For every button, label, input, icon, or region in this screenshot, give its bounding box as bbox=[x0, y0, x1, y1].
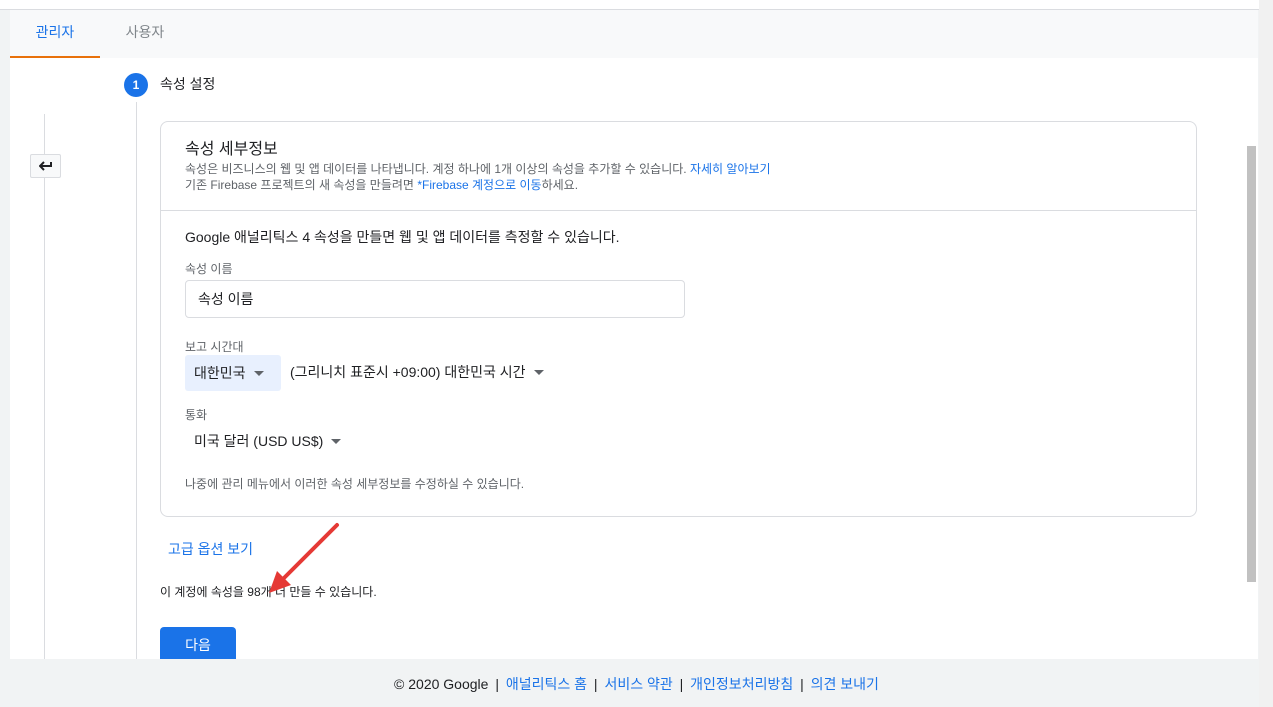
timezone-label: 보고 시간대 bbox=[185, 340, 244, 354]
next-button[interactable]: 다음 bbox=[160, 627, 236, 659]
card-description-line2: 기존 Firebase 프로젝트의 새 속성을 만들려면 *Firebase 계… bbox=[185, 177, 578, 193]
back-arrow-icon bbox=[38, 161, 52, 171]
country-value: 대한민국 bbox=[194, 365, 246, 381]
dropdown-caret-icon bbox=[533, 369, 544, 375]
tab-admin-label: 관리자 bbox=[35, 24, 75, 40]
main-panel: 1 속성 설정 속성 세부정보 속성은 비즈니스의 웹 및 앱 데이터를 나타냅… bbox=[10, 58, 1258, 659]
footer-separator: | bbox=[800, 676, 804, 692]
footer-link-analytics-home[interactable]: 애널리틱스 홈 bbox=[506, 676, 587, 692]
card-description-line1: 속성은 비즈니스의 웹 및 앱 데이터를 나타냅니다. 계정 하나에 1개 이상… bbox=[185, 161, 771, 177]
tab-user-label: 사용자 bbox=[125, 24, 165, 40]
dropdown-caret-icon bbox=[253, 370, 264, 376]
scrollbar-thumb[interactable] bbox=[1247, 146, 1256, 582]
property-name-label: 속성 이름 bbox=[185, 262, 233, 276]
property-name-input[interactable] bbox=[185, 280, 685, 318]
currency-label: 통화 bbox=[185, 408, 208, 422]
currency-value: 미국 달러 (USD US$) bbox=[194, 433, 324, 449]
footer-copyright: © 2020 Google bbox=[394, 676, 489, 692]
footer-link-terms[interactable]: 서비스 약관 bbox=[604, 676, 672, 692]
annotation-arrow-icon bbox=[269, 523, 339, 593]
tab-admin[interactable]: 관리자 bbox=[10, 10, 100, 58]
scrollbar-track[interactable] bbox=[1259, 0, 1273, 707]
footer-separator: | bbox=[679, 676, 684, 692]
card-header: 속성 세부정보 속성은 비즈니스의 웹 및 앱 데이터를 나타냅니다. 계정 하… bbox=[161, 122, 1196, 211]
footer-separator: | bbox=[593, 676, 598, 692]
timezone-dropdown[interactable]: (그리니치 표준시 +09:00) 대한민국 시간 bbox=[290, 362, 544, 382]
country-dropdown[interactable]: 대한민국 bbox=[185, 355, 281, 391]
learn-more-link[interactable]: 자세히 알아보기 bbox=[690, 162, 771, 176]
card-title: 속성 세부정보 bbox=[185, 141, 278, 158]
footer-link-feedback[interactable]: 의견 보내기 bbox=[811, 676, 879, 692]
footer: © 2020 Google | 애널리틱스 홈 | 서비스 약관 | 개인정보처… bbox=[0, 672, 1273, 696]
advanced-options-link[interactable]: 고급 옵션 보기 bbox=[168, 539, 253, 559]
dropdown-caret-icon bbox=[331, 438, 342, 444]
nav-divider bbox=[44, 114, 45, 659]
card-intro: Google 애널리틱스 4 속성을 만들면 웹 및 앱 데이터를 측정할 수 … bbox=[185, 229, 620, 245]
firebase-description-suffix: 하세요. bbox=[541, 178, 579, 192]
top-bar bbox=[0, 0, 1273, 10]
firebase-account-link[interactable]: *Firebase 계정으로 이동 bbox=[417, 178, 541, 192]
timezone-value: (그리니치 표준시 +09:00) 대한민국 시간 bbox=[290, 364, 526, 380]
step-title: 속성 설정 bbox=[160, 76, 216, 92]
back-button[interactable] bbox=[30, 154, 61, 178]
stepper-line bbox=[136, 102, 137, 659]
tab-user[interactable]: 사용자 bbox=[110, 10, 180, 58]
property-details-card: 속성 세부정보 속성은 비즈니스의 웹 및 앱 데이터를 나타냅니다. 계정 하… bbox=[160, 121, 1197, 517]
footer-separator: | bbox=[495, 676, 499, 692]
footer-link-privacy[interactable]: 개인정보처리방침 bbox=[690, 676, 793, 692]
description-text: 속성은 비즈니스의 웹 및 앱 데이터를 나타냅니다. 계정 하나에 1개 이상… bbox=[185, 162, 687, 176]
step-number-badge: 1 bbox=[124, 73, 148, 97]
currency-dropdown[interactable]: 미국 달러 (USD US$) bbox=[194, 431, 342, 451]
firebase-description-text: 기존 Firebase 프로젝트의 새 속성을 만들려면 bbox=[185, 178, 414, 192]
tab-bar: 관리자 사용자 bbox=[10, 10, 1258, 58]
edit-later-note: 나중에 관리 메뉴에서 이러한 속성 세부정보를 수정하실 수 있습니다. bbox=[185, 477, 525, 491]
